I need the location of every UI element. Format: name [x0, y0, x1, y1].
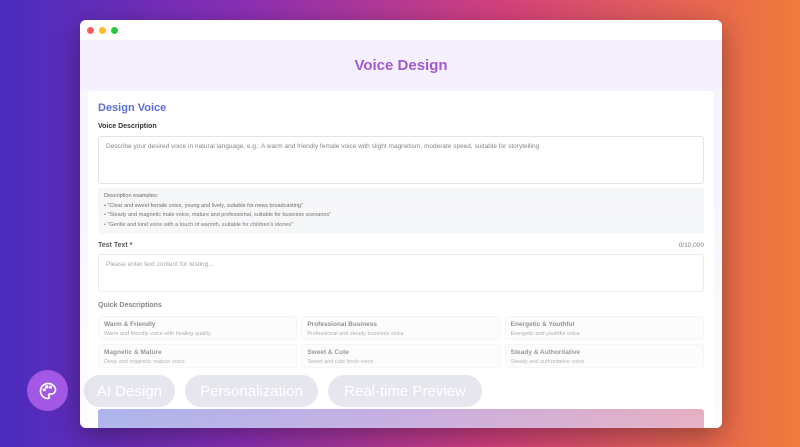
close-window-button[interactable]: [87, 26, 94, 34]
quick-option-professional-business[interactable]: Professional Business Professional and s…: [301, 316, 501, 340]
generate-voice-button[interactable]: [98, 409, 704, 428]
quick-option-title: Magnetic & Mature: [104, 349, 162, 356]
maximize-window-button[interactable]: [111, 26, 118, 34]
quick-option-title: Sweet & Cute: [307, 349, 349, 356]
quick-option-title: Warm & Friendly: [104, 321, 156, 328]
tag-real-time-preview[interactable]: Real-time Preview: [328, 375, 482, 407]
quick-option-steady-authoritative[interactable]: Steady & Authoritative Steady and author…: [504, 344, 704, 368]
voice-description-label: Voice Description: [98, 123, 157, 130]
quick-option-desc: Deep and magnetic mature voice: [104, 359, 185, 365]
quick-option-warm-friendly[interactable]: Warm & Friendly Warm and friendly voice …: [98, 316, 298, 340]
description-examples: Description examples: • "Clear and sweet…: [98, 188, 704, 234]
quick-option-desc: Warm and friendly voice with healing qua…: [104, 331, 211, 337]
quick-option-energetic-youthful[interactable]: Energetic & Youthful Energetic and youth…: [504, 316, 704, 340]
quick-option-desc: Energetic and youthful voice: [510, 331, 580, 337]
quick-option-title: Steady & Authoritative: [510, 349, 581, 356]
voice-description-input[interactable]: Describe your desired voice in natural l…: [98, 136, 704, 184]
tag-personalization[interactable]: Personalization: [185, 375, 318, 407]
example-item: • "Gentle and kind voice with a touch of…: [104, 221, 294, 228]
palette-icon[interactable]: [27, 370, 68, 411]
quick-option-title: Professional Business: [307, 321, 378, 328]
design-voice-title: Design Voice: [98, 102, 167, 114]
quick-option-desc: Sweet and cute fresh voice: [307, 359, 374, 365]
minimize-window-button[interactable]: [99, 26, 106, 34]
examples-title: Description examples:: [104, 193, 159, 199]
quick-option-sweet-cute[interactable]: Sweet & Cute Sweet and cute fresh voice: [301, 344, 501, 368]
example-item: • "Clear and sweet female voice, young a…: [104, 202, 303, 209]
quick-descriptions-grid: Warm & Friendly Warm and friendly voice …: [98, 316, 704, 368]
app-title: Voice Design: [80, 40, 722, 90]
tag-ai-design[interactable]: AI Design: [84, 375, 175, 407]
quick-option-magnetic-mature[interactable]: Magnetic & Mature Deep and magnetic matu…: [98, 344, 298, 368]
test-text-label: Test Text *: [98, 242, 133, 249]
example-item: • "Steady and magnetic male voice, matur…: [104, 212, 332, 218]
test-text-input[interactable]: Please enter text content for testing...: [98, 254, 704, 292]
app-window: Voice Design Design Voice Voice Descript…: [80, 20, 722, 428]
character-counter: 0/10,000: [678, 242, 704, 249]
quick-option-desc: Steady and authoritative voice: [510, 359, 585, 365]
quick-option-title: Energetic & Youthful: [510, 321, 575, 328]
quick-option-desc: Professional and steady business voice: [307, 331, 404, 337]
quick-descriptions-label: Quick Descriptions: [98, 302, 162, 309]
test-text-header: Test Text * 0/10,000: [98, 242, 704, 249]
title-bar: [80, 20, 722, 40]
